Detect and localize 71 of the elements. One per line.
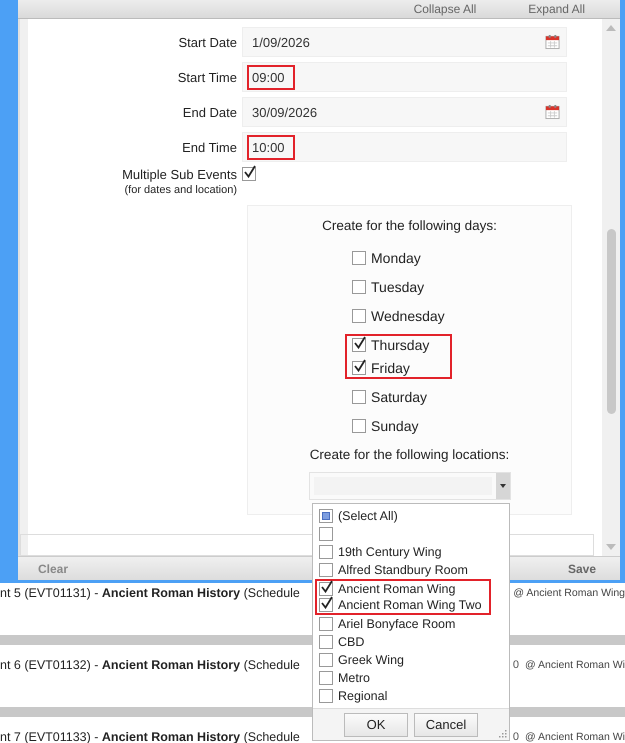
field-note: (for dates and location) bbox=[124, 184, 237, 196]
popup-button[interactable]: Cancel bbox=[414, 712, 478, 736]
section-heading: Create for the following locations: bbox=[310, 447, 510, 462]
toolbar-button[interactable]: Expand All bbox=[528, 2, 585, 16]
popup-button[interactable]: OK bbox=[344, 712, 408, 736]
checkbox[interactable] bbox=[352, 361, 366, 376]
checkbox[interactable] bbox=[352, 251, 366, 266]
calendar-icon[interactable] bbox=[545, 34, 560, 50]
checkbox[interactable] bbox=[319, 689, 333, 703]
event-title[interactable]: nt 6 (EVT01132) - Ancient Roman History (Schedule bbox=[0, 658, 300, 672]
checkbox[interactable] bbox=[319, 563, 333, 577]
field-label: Start Date bbox=[177, 34, 238, 50]
resize-grip-icon[interactable] bbox=[499, 730, 507, 738]
field-value: 1/09/2026 bbox=[251, 34, 311, 52]
checkbox[interactable] bbox=[352, 309, 366, 324]
field-value: 10:00 bbox=[247, 134, 295, 160]
time-field[interactable]: 09:00 bbox=[242, 62, 567, 92]
event-time: 0 bbox=[512, 659, 520, 671]
day-label: Saturday bbox=[371, 389, 428, 406]
checkbox[interactable] bbox=[319, 635, 333, 649]
location-option[interactable]: Ariel Bonyface Room bbox=[338, 617, 456, 631]
date-field[interactable]: 1/09/2026 bbox=[242, 27, 567, 58]
checkbox[interactable] bbox=[352, 280, 366, 294]
field-value: 30/09/2026 bbox=[251, 104, 318, 122]
date-field[interactable]: 30/09/2026 bbox=[242, 97, 567, 128]
checkbox[interactable] bbox=[319, 598, 333, 612]
field-label: End Date bbox=[182, 104, 238, 120]
location-option[interactable]: Metro bbox=[338, 671, 370, 685]
checkbox[interactable] bbox=[319, 509, 333, 523]
field-value: 09:00 bbox=[247, 64, 295, 90]
day-label: Monday bbox=[371, 250, 421, 266]
caret-icon bbox=[500, 484, 506, 488]
footer-button[interactable]: Save bbox=[568, 562, 596, 576]
event-location: @ Ancient Roman Wing bbox=[513, 587, 625, 599]
day-label: Friday bbox=[371, 360, 410, 376]
time-field[interactable]: 10:00 bbox=[242, 132, 567, 162]
field-label: Start Time bbox=[176, 70, 238, 85]
location-option[interactable]: 19th Century Wing bbox=[338, 545, 442, 559]
checkbox[interactable] bbox=[242, 167, 256, 182]
scroll-down-icon[interactable] bbox=[606, 544, 616, 550]
event-location: @ Ancient Roman Wi bbox=[525, 659, 625, 671]
day-label: Sunday bbox=[371, 418, 418, 434]
checkbox[interactable] bbox=[319, 671, 333, 685]
location-option[interactable]: (Select All) bbox=[338, 509, 398, 523]
location-option[interactable]: CBD bbox=[338, 635, 364, 649]
checkbox[interactable] bbox=[319, 617, 333, 631]
day-label: Tuesday bbox=[371, 279, 424, 296]
scroll-up-icon[interactable] bbox=[606, 25, 616, 32]
day-label: Wednesday bbox=[371, 308, 445, 324]
scrollbar-thumb[interactable] bbox=[606, 229, 616, 414]
checkbox[interactable] bbox=[352, 338, 366, 352]
event-time: 0 bbox=[512, 731, 520, 743]
checkbox[interactable] bbox=[319, 545, 333, 559]
toolbar-button[interactable]: Collapse All bbox=[414, 2, 476, 16]
checkbox[interactable] bbox=[352, 390, 366, 404]
day-label: Thursday bbox=[371, 337, 430, 354]
location-option[interactable]: Regional bbox=[338, 689, 388, 703]
location-option[interactable]: Alfred Standbury Room bbox=[338, 563, 468, 577]
field-label: End Time bbox=[181, 140, 238, 155]
scrollbar[interactable] bbox=[602, 19, 620, 556]
calendar-icon[interactable] bbox=[545, 104, 560, 120]
section-heading: Create for the following days: bbox=[322, 218, 497, 234]
event-location: @ Ancient Roman Wi bbox=[525, 731, 625, 743]
checkbox[interactable] bbox=[319, 653, 333, 667]
checkbox[interactable] bbox=[352, 419, 366, 434]
checkbox[interactable] bbox=[319, 527, 333, 541]
location-option[interactable]: Greek Wing bbox=[338, 653, 404, 667]
field-label: Multiple Sub Events bbox=[122, 167, 237, 182]
event-title[interactable]: nt 5 (EVT01131) - Ancient Roman History (Schedule bbox=[0, 586, 300, 600]
checkbox[interactable] bbox=[319, 582, 333, 596]
dropdown-button[interactable] bbox=[496, 473, 510, 500]
